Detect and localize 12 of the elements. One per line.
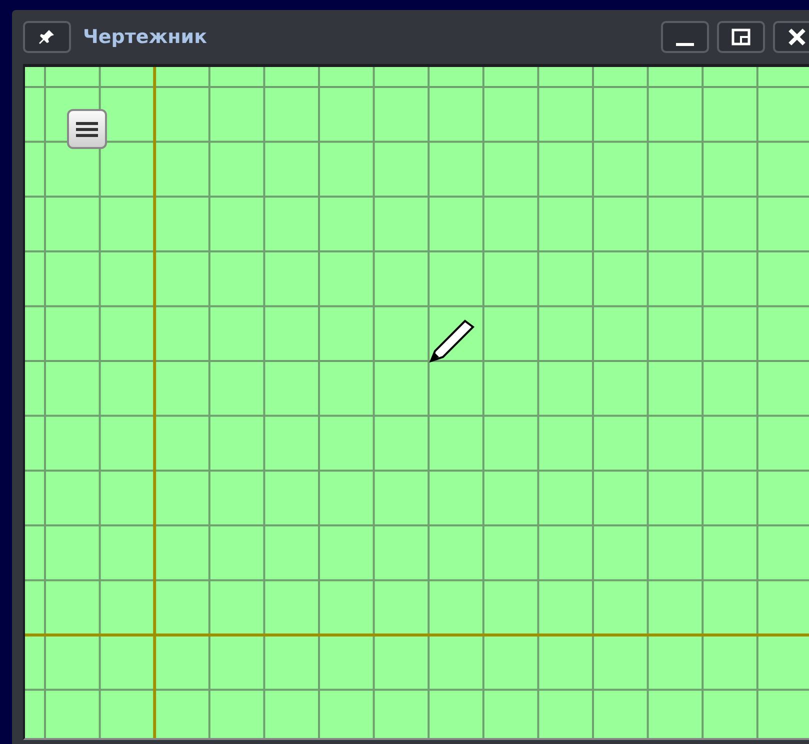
close-button[interactable] — [773, 21, 809, 53]
restore-icon — [730, 27, 752, 47]
pin-button[interactable] — [23, 21, 71, 53]
pin-icon — [37, 27, 57, 47]
pencil-icon — [429, 317, 475, 363]
restore-button[interactable] — [717, 21, 765, 53]
menu-button[interactable] — [67, 109, 107, 149]
minimize-button[interactable] — [661, 21, 709, 53]
close-icon — [786, 26, 808, 48]
window-title: Чертежник — [83, 24, 207, 50]
menu-icon — [76, 121, 98, 137]
minimize-icon — [676, 42, 694, 46]
